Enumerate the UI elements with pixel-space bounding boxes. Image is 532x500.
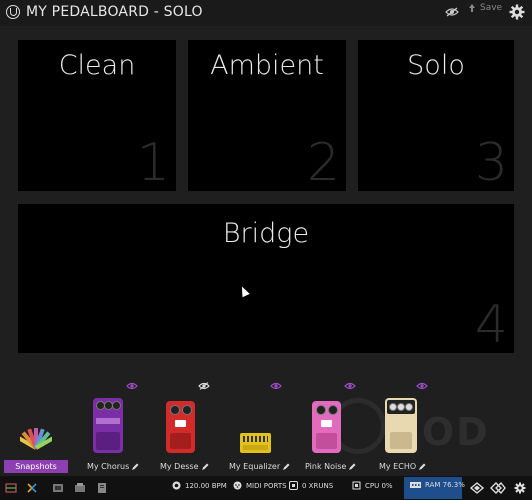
pedal-knob[interactable] — [316, 405, 326, 415]
edit-pencil-icon[interactable] — [419, 463, 426, 470]
ram-stat: RAM 76.3% — [410, 481, 465, 489]
snapshot-name: Solo — [407, 50, 465, 81]
snapshot-panel-clean[interactable]: Clean 1 — [18, 40, 176, 193]
pedal-name: Pink Noise — [305, 462, 347, 471]
cpu-icon — [352, 481, 361, 490]
pedalboard-title: MY PEDALBOARD - SOLO — [26, 4, 203, 20]
visibility-eye-icon[interactable] — [270, 382, 282, 390]
snapshot-name: Bridge — [222, 218, 310, 249]
hide-eye-icon[interactable] — [445, 7, 459, 17]
ram-icon — [410, 482, 421, 488]
pedal-my-chorus[interactable] — [93, 398, 123, 453]
transport-icon — [172, 481, 181, 490]
plugins-icon[interactable] — [26, 482, 38, 494]
snapshot-number: 2 — [306, 133, 340, 193]
mod-logo-icon[interactable] — [6, 5, 20, 19]
settings-gear-icon[interactable] — [509, 4, 525, 20]
ram-value: RAM 76.3% — [425, 481, 465, 489]
bpm-status[interactable]: 120.00 BPM — [172, 481, 227, 490]
snapshots-button[interactable]: Snapshots — [4, 460, 68, 473]
xruns-value: 0 XRUNS — [302, 481, 334, 490]
ram-status: RAM 76.3% — [404, 477, 465, 499]
midi-label: MIDI PORTS — [246, 481, 287, 490]
xruns-icon — [289, 481, 298, 490]
pedal-knob[interactable] — [112, 401, 121, 410]
visibility-eye-icon[interactable] — [126, 382, 138, 390]
pedalboards-icon[interactable] — [5, 482, 17, 494]
xruns-status[interactable]: 0 XRUNS — [289, 481, 333, 490]
pedal-knob[interactable] — [389, 403, 397, 411]
snapshot-name: Ambient — [210, 50, 324, 81]
pedal-name: My Desse — [160, 462, 199, 471]
pedal-my-equalizer[interactable] — [240, 433, 271, 453]
pedal-pink-noise[interactable] — [312, 401, 341, 453]
pedal-name: My Equalizer — [229, 462, 281, 471]
bluetooth-link-icon[interactable] — [490, 482, 506, 494]
pedal-footswitch[interactable] — [316, 433, 337, 449]
pedal-knob[interactable] — [328, 405, 338, 415]
cpu-status: CPU 0% — [352, 481, 393, 490]
snapshot-name: Clean — [58, 50, 136, 81]
save-icon — [469, 4, 475, 12]
usb-audio-icon[interactable] — [470, 482, 484, 494]
pedal-label-strip — [175, 420, 186, 427]
pedal-knob[interactable] — [182, 405, 192, 415]
midi-ports-status[interactable]: MIDI PORTS — [233, 481, 287, 490]
hidden-eye-icon[interactable] — [198, 382, 210, 390]
pedal-name: My ECHO — [379, 462, 417, 471]
snapshot-number: 4 — [474, 295, 508, 355]
snapshots-palette-icon[interactable] — [20, 424, 52, 450]
snapshot-panel-bridge[interactable]: Bridge 4 — [18, 204, 514, 355]
midi-icon — [233, 481, 242, 490]
snapshot-number: 1 — [136, 133, 170, 193]
edit-pencil-icon[interactable] — [283, 463, 290, 470]
pedal-name-label[interactable]: My Equalizer — [229, 462, 290, 471]
edit-pencil-icon[interactable] — [132, 463, 139, 470]
pedal-name-label[interactable]: My Desse — [160, 462, 209, 471]
edit-pencil-icon[interactable] — [201, 463, 209, 470]
snapshot-number: 3 — [474, 133, 508, 193]
pedal-name: My Chorus — [87, 462, 130, 471]
pedal-label-strip — [321, 420, 332, 427]
pedal-name-label[interactable]: Pink Noise — [305, 462, 356, 471]
bpm-value: 120.00 BPM — [185, 481, 227, 490]
pedal-label-strip — [96, 418, 120, 424]
snapshot-panel-ambient[interactable]: Ambient 2 — [188, 40, 346, 193]
pedal-footswitch[interactable] — [170, 433, 191, 449]
save-button[interactable]: Save — [467, 3, 502, 13]
pedal-footswitch[interactable] — [96, 432, 120, 450]
pedal-my-desse[interactable] — [166, 401, 195, 453]
cpu-value: CPU 0% — [365, 481, 393, 490]
visibility-eye-icon[interactable] — [344, 382, 356, 390]
edit-pencil-icon[interactable] — [349, 463, 356, 470]
pedal-knob[interactable] — [405, 403, 413, 411]
pedal-knob[interactable] — [170, 405, 180, 415]
settings-gear-icon[interactable] — [514, 482, 526, 494]
pedal-name-label[interactable]: My Chorus — [87, 462, 139, 471]
bank-icon[interactable] — [52, 482, 64, 494]
visibility-eye-icon[interactable] — [416, 382, 428, 390]
file-manager-icon[interactable] — [96, 482, 108, 494]
cloud-icon[interactable] — [74, 482, 86, 494]
pedal-my-echo[interactable] — [385, 398, 417, 453]
pedal-label-strip — [243, 445, 268, 450]
pedal-knob[interactable] — [397, 403, 405, 411]
save-label: Save — [480, 3, 503, 13]
eq-sliders[interactable] — [243, 436, 268, 442]
pedal-name-label[interactable]: My ECHO — [379, 462, 426, 471]
pedal-footswitch[interactable] — [390, 432, 412, 449]
snapshot-panel-solo[interactable]: Solo 3 — [358, 40, 514, 193]
